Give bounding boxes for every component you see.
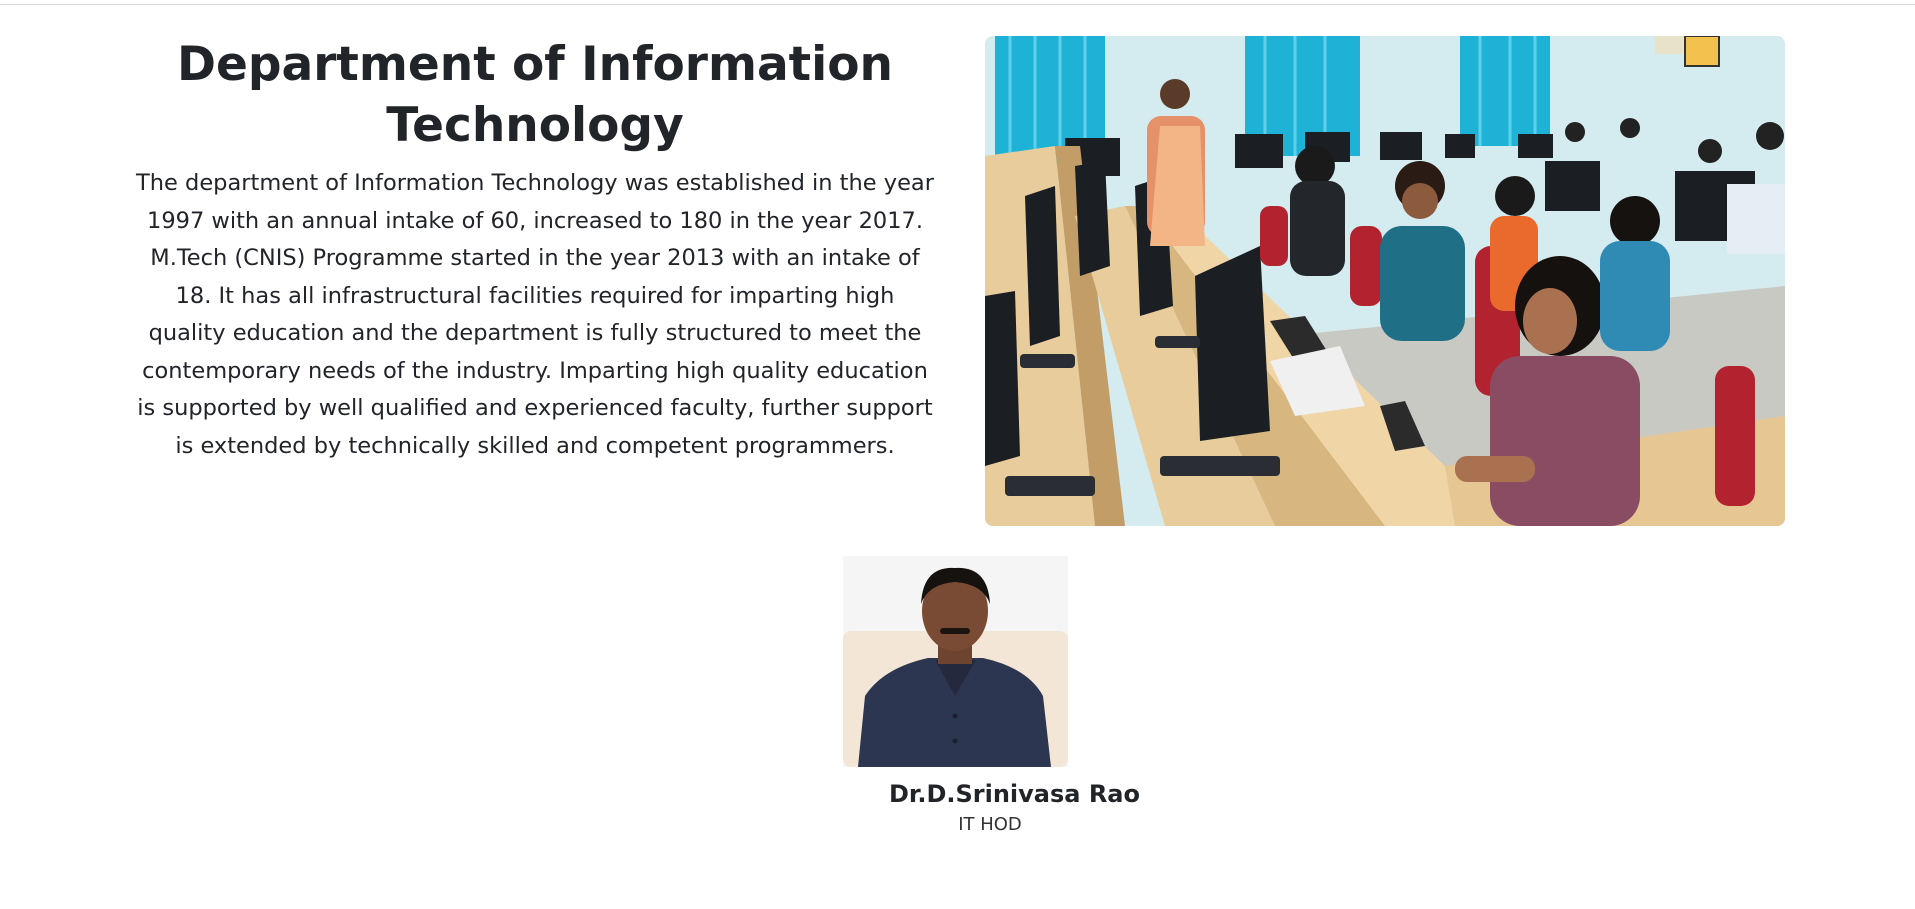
hod-name: Dr.D.Srinivasa Rao (889, 780, 1140, 808)
page-title: Department of Information Technology (176, 37, 893, 153)
hod-card: Dr.D.Srinivasa Rao IT HOD (843, 556, 1140, 835)
hod-role: IT HOD (958, 814, 1022, 835)
hod-photo (843, 556, 1068, 767)
department-description: The department of Information Technology… (136, 170, 934, 459)
top-divider (0, 4, 1915, 5)
intro-section: Department of Information Technology The… (135, 34, 935, 465)
computer-lab-photo (985, 36, 1785, 526)
